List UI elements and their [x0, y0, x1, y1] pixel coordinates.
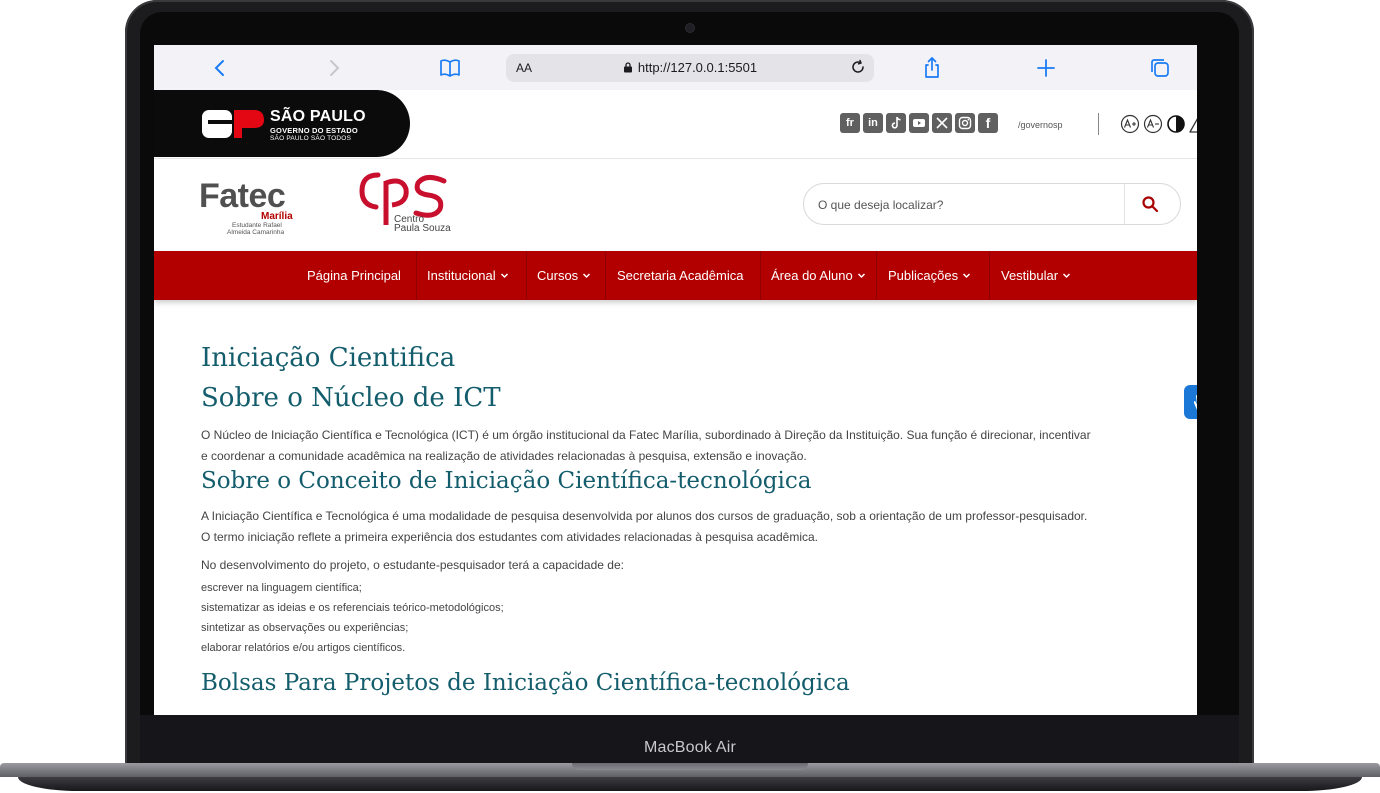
nav-item-cursos[interactable]: Cursos: [537, 251, 591, 300]
conceito-paragraph-line1: A Iniciação Científica e Tecnológica é u…: [201, 509, 1088, 523]
base-underside: [18, 777, 1362, 791]
sp-logo-mark: SP: [202, 110, 264, 138]
youtube-icon[interactable]: [909, 113, 929, 133]
alert-icon[interactable]: [1189, 114, 1197, 134]
nav-item-label: Institucional: [427, 268, 496, 283]
nav-item-label: Vestibular: [1001, 268, 1059, 283]
linkedin-icon[interactable]: in: [863, 113, 883, 133]
section-title-conceito: Sobre o Conceito de Iniciação Científica…: [201, 468, 812, 494]
nav-separator: [526, 251, 527, 300]
back-icon[interactable]: [208, 56, 232, 80]
nav-item-label: Publicações: [888, 268, 959, 283]
x-icon[interactable]: [932, 113, 952, 133]
nav-item-label: Área do Aluno: [771, 268, 853, 283]
tiktok-icon[interactable]: [886, 113, 906, 133]
list-item: elaborar relatórios e/ou artigos científ…: [201, 642, 406, 654]
new-tab-icon[interactable]: [1034, 56, 1058, 80]
flickr-icon[interactable]: fr: [840, 113, 860, 133]
nav-item-pagina-principal[interactable]: Página Principal: [307, 251, 401, 300]
bookmarks-icon[interactable]: [438, 56, 462, 80]
capabilities-intro: No desenvolvimento do projeto, o estudan…: [201, 558, 624, 572]
list-item: sintetizar as observações ou experiência…: [201, 622, 409, 634]
chevron-down-icon: [963, 273, 971, 279]
instagram-icon[interactable]: [955, 113, 975, 133]
sign-language-hands-icon: [1193, 395, 1197, 410]
nav-item-label: Secretaria Acadêmica: [617, 268, 744, 283]
fatec-logo-patron-line1: Estudante Rafael: [232, 222, 282, 229]
chevron-down-icon: [857, 273, 865, 279]
nav-item-publicacoes[interactable]: Publicações: [888, 251, 971, 300]
conceito-paragraph-line2: O termo iniciação reflete a primeira exp…: [201, 530, 818, 544]
sao-paulo-government-logo[interactable]: SP SÃO PAULO GOVERNO DO ESTADO SÃO PAULO…: [154, 90, 410, 157]
nucleo-paragraph-line1: O Núcleo de Iniciação Científica e Tecno…: [201, 428, 1091, 442]
nav-separator: [989, 251, 990, 300]
decrease-font-icon[interactable]: [1143, 114, 1163, 134]
facebook-icon[interactable]: f: [978, 113, 998, 133]
sp-logo-tagline: SÃO PAULO SÃO TODOS: [270, 135, 352, 142]
sp-logo-subtitle: GOVERNO DO ESTADO: [270, 126, 358, 135]
chevron-down-icon: [583, 273, 591, 279]
device-model-label: MacBook Air: [643, 739, 736, 756]
base-notch: [572, 763, 808, 770]
header-divider: [1098, 113, 1099, 135]
nav-item-vestibular[interactable]: Vestibular: [1001, 251, 1071, 300]
fatec-logo-city: Marília: [261, 211, 293, 222]
social-handle[interactable]: /governosp: [1018, 120, 1063, 130]
list-item: sistematizar as ideias e os referenciais…: [201, 602, 504, 614]
chevron-down-icon: [1063, 273, 1071, 279]
safari-toolbar: AA http://127.0.0.1:5501: [154, 45, 1197, 91]
nav-separator: [605, 251, 606, 300]
contrast-icon[interactable]: [1166, 114, 1186, 134]
section-title-bolsas: Bolsas Para Projetos de Iniciação Cientí…: [201, 670, 850, 696]
fatec-logo-patron-line2: Almeida Camarinha: [227, 229, 285, 236]
tabs-overview-icon[interactable]: [1148, 56, 1172, 80]
page-title: Iniciação Cientifica: [201, 343, 456, 373]
nucleo-paragraph-line2: e coordenar a comunidade acadêmica na re…: [201, 449, 807, 463]
increase-font-icon[interactable]: [1120, 114, 1140, 134]
search-icon[interactable]: [1141, 195, 1159, 213]
address-bar[interactable]: AA http://127.0.0.1:5501: [506, 54, 874, 82]
social-links: fr in f: [840, 113, 998, 135]
site-header: Fatec Marília Estudante Rafael Almeida C…: [154, 159, 1197, 251]
sp-logo-title: SÃO PAULO: [270, 108, 366, 125]
browser-screen: AA http://127.0.0.1:5501 SP SÃO PAULO GO…: [154, 45, 1197, 715]
search-divider: [1124, 184, 1125, 224]
accessibility-tools: [1120, 114, 1197, 134]
nav-item-label: Cursos: [537, 268, 579, 283]
section-title-nucleo: Sobre o Núcleo de ICT: [201, 383, 501, 413]
chevron-down-icon: [500, 273, 508, 279]
search-input[interactable]: [816, 194, 1120, 216]
camera: [686, 24, 694, 32]
nav-item-area-do-aluno[interactable]: Área do Aluno: [771, 251, 866, 300]
forward-icon[interactable]: [322, 56, 346, 80]
list-item: escrever na linguagem científica;: [201, 582, 362, 594]
nav-separator: [876, 251, 877, 300]
nav-item-secretaria-academica[interactable]: Secretaria Acadêmica: [617, 251, 743, 300]
main-navigation: Página Principal Institucional Cursos Se…: [154, 251, 1197, 300]
laptop-base: [0, 763, 1380, 793]
nav-separator: [416, 251, 417, 300]
url-text: http://127.0.0.1:5501: [637, 60, 758, 75]
lock-icon: [623, 62, 632, 73]
vlibras-widget-button[interactable]: [1184, 385, 1197, 419]
nav-item-label: Página Principal: [307, 268, 401, 283]
share-icon[interactable]: [920, 56, 944, 80]
nav-item-institucional[interactable]: Institucional: [427, 251, 509, 300]
nav-separator: [760, 251, 761, 300]
url-field[interactable]: http://127.0.0.1:5501: [506, 60, 874, 75]
cps-logo-line2: Paula Souza: [394, 223, 451, 234]
reload-icon[interactable]: [850, 59, 866, 75]
site-search: [803, 183, 1181, 225]
